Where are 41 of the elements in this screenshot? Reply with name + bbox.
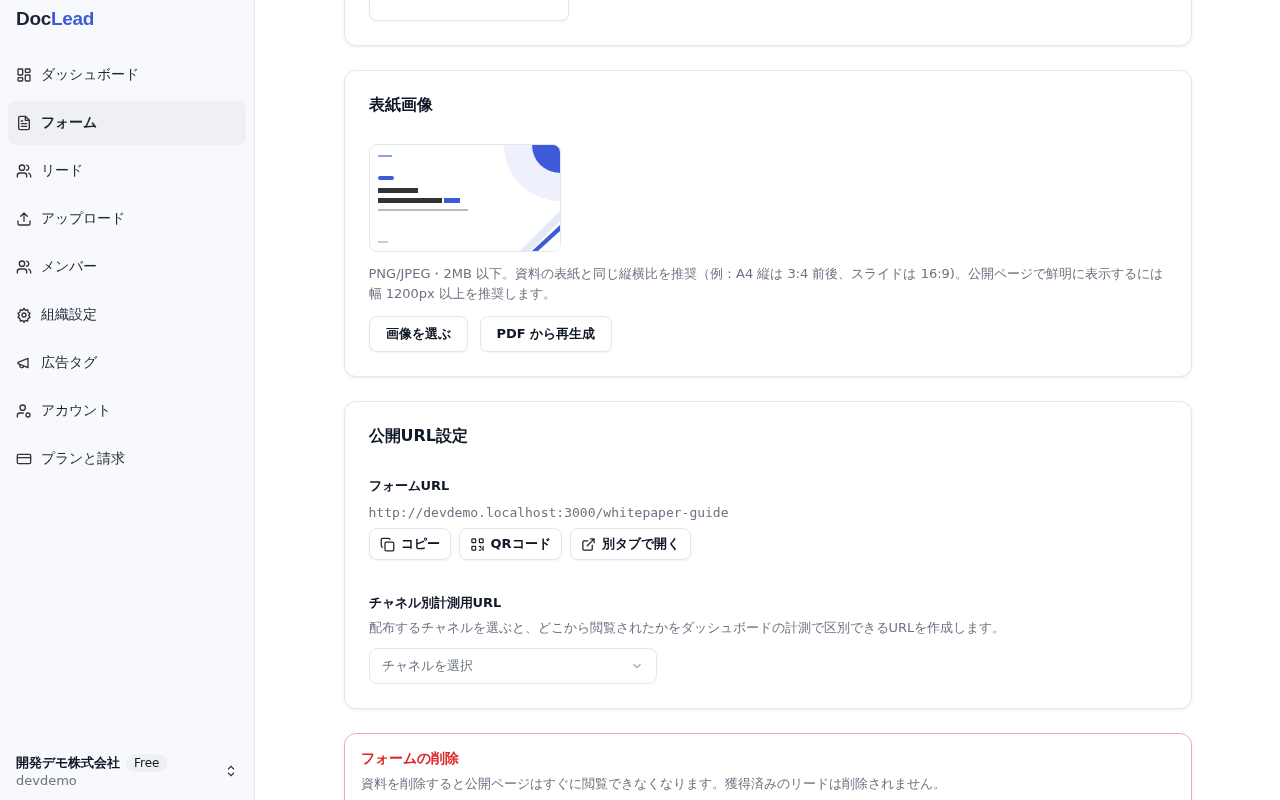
users-icon: [16, 259, 32, 275]
url-action-button[interactable]: 別タブで開く: [569, 528, 691, 560]
nav-item[interactable]: ダッシュボード: [8, 53, 246, 97]
users-icon: [16, 163, 32, 179]
channel-select[interactable]: チャネルを選択: [368, 648, 657, 684]
image-action-button[interactable]: 画像を選ぶ: [368, 316, 468, 352]
url-action-button[interactable]: QRコード: [458, 528, 562, 560]
delete-warning: 資料を削除すると公開ページはすぐに閲覧できなくなります。獲得済みのリードは削除されません。: [360, 775, 947, 793]
image-action-button[interactable]: PDF から再生成: [479, 316, 613, 352]
nav-item[interactable]: リード: [8, 149, 246, 193]
section-title: フォームの削除: [360, 750, 460, 768]
section-title: 表紙画像: [368, 95, 434, 116]
grid-icon: [16, 67, 32, 83]
form-url: http://devdemo.localhost:3000/whitepaper-guide: [368, 505, 730, 520]
nav-item[interactable]: 組織設定: [8, 293, 246, 337]
organization-slug: devdemo: [16, 773, 78, 788]
external-link-icon: [580, 536, 596, 552]
field-label: チャネル別計測用URL: [368, 594, 503, 612]
url-action-button[interactable]: コピー: [368, 528, 451, 560]
plan-badge: Free: [126, 754, 168, 772]
nav-item[interactable]: アップロード: [8, 197, 246, 241]
user-icon: [16, 403, 32, 419]
megaphone-icon: [16, 355, 32, 371]
card-icon: [16, 451, 32, 467]
qr-code-icon: [469, 536, 485, 552]
section-title: 公開URL設定: [368, 426, 469, 447]
copy-icon: [379, 536, 395, 552]
nav-item[interactable]: プランと請求: [8, 437, 246, 481]
field-label: フォームURL: [368, 477, 451, 495]
nav-item[interactable]: メンバー: [8, 245, 246, 289]
logo: DocLead: [15, 7, 96, 31]
upload-icon: [16, 211, 32, 227]
settings-icon: [16, 307, 32, 323]
organization-name: 開発デモ株式会社: [16, 754, 120, 772]
organization-switcher[interactable]: 開発デモ株式会社 Free devdemo: [8, 754, 246, 788]
channel-url-hint: 配布するチャネルを選ぶと、どこから閲覧されたかをダッシュボードの計測で区別できるURLを作成します。: [368, 619, 1007, 637]
nav-item[interactable]: フォーム: [8, 101, 246, 145]
nav-item[interactable]: 広告タグ: [8, 341, 246, 385]
cover-image-hint: PNG/JPEG・2MB 以下。資料の表紙と同じ縦横比を推奨（例：A4 縦は 3:4 前後、スライドは 16:9)。公開ページで鮮明に表示するには幅 1200px 以上を推奨します。: [368, 265, 1164, 303]
document-icon: [16, 115, 32, 131]
nav-item[interactable]: アカウント: [8, 389, 246, 433]
